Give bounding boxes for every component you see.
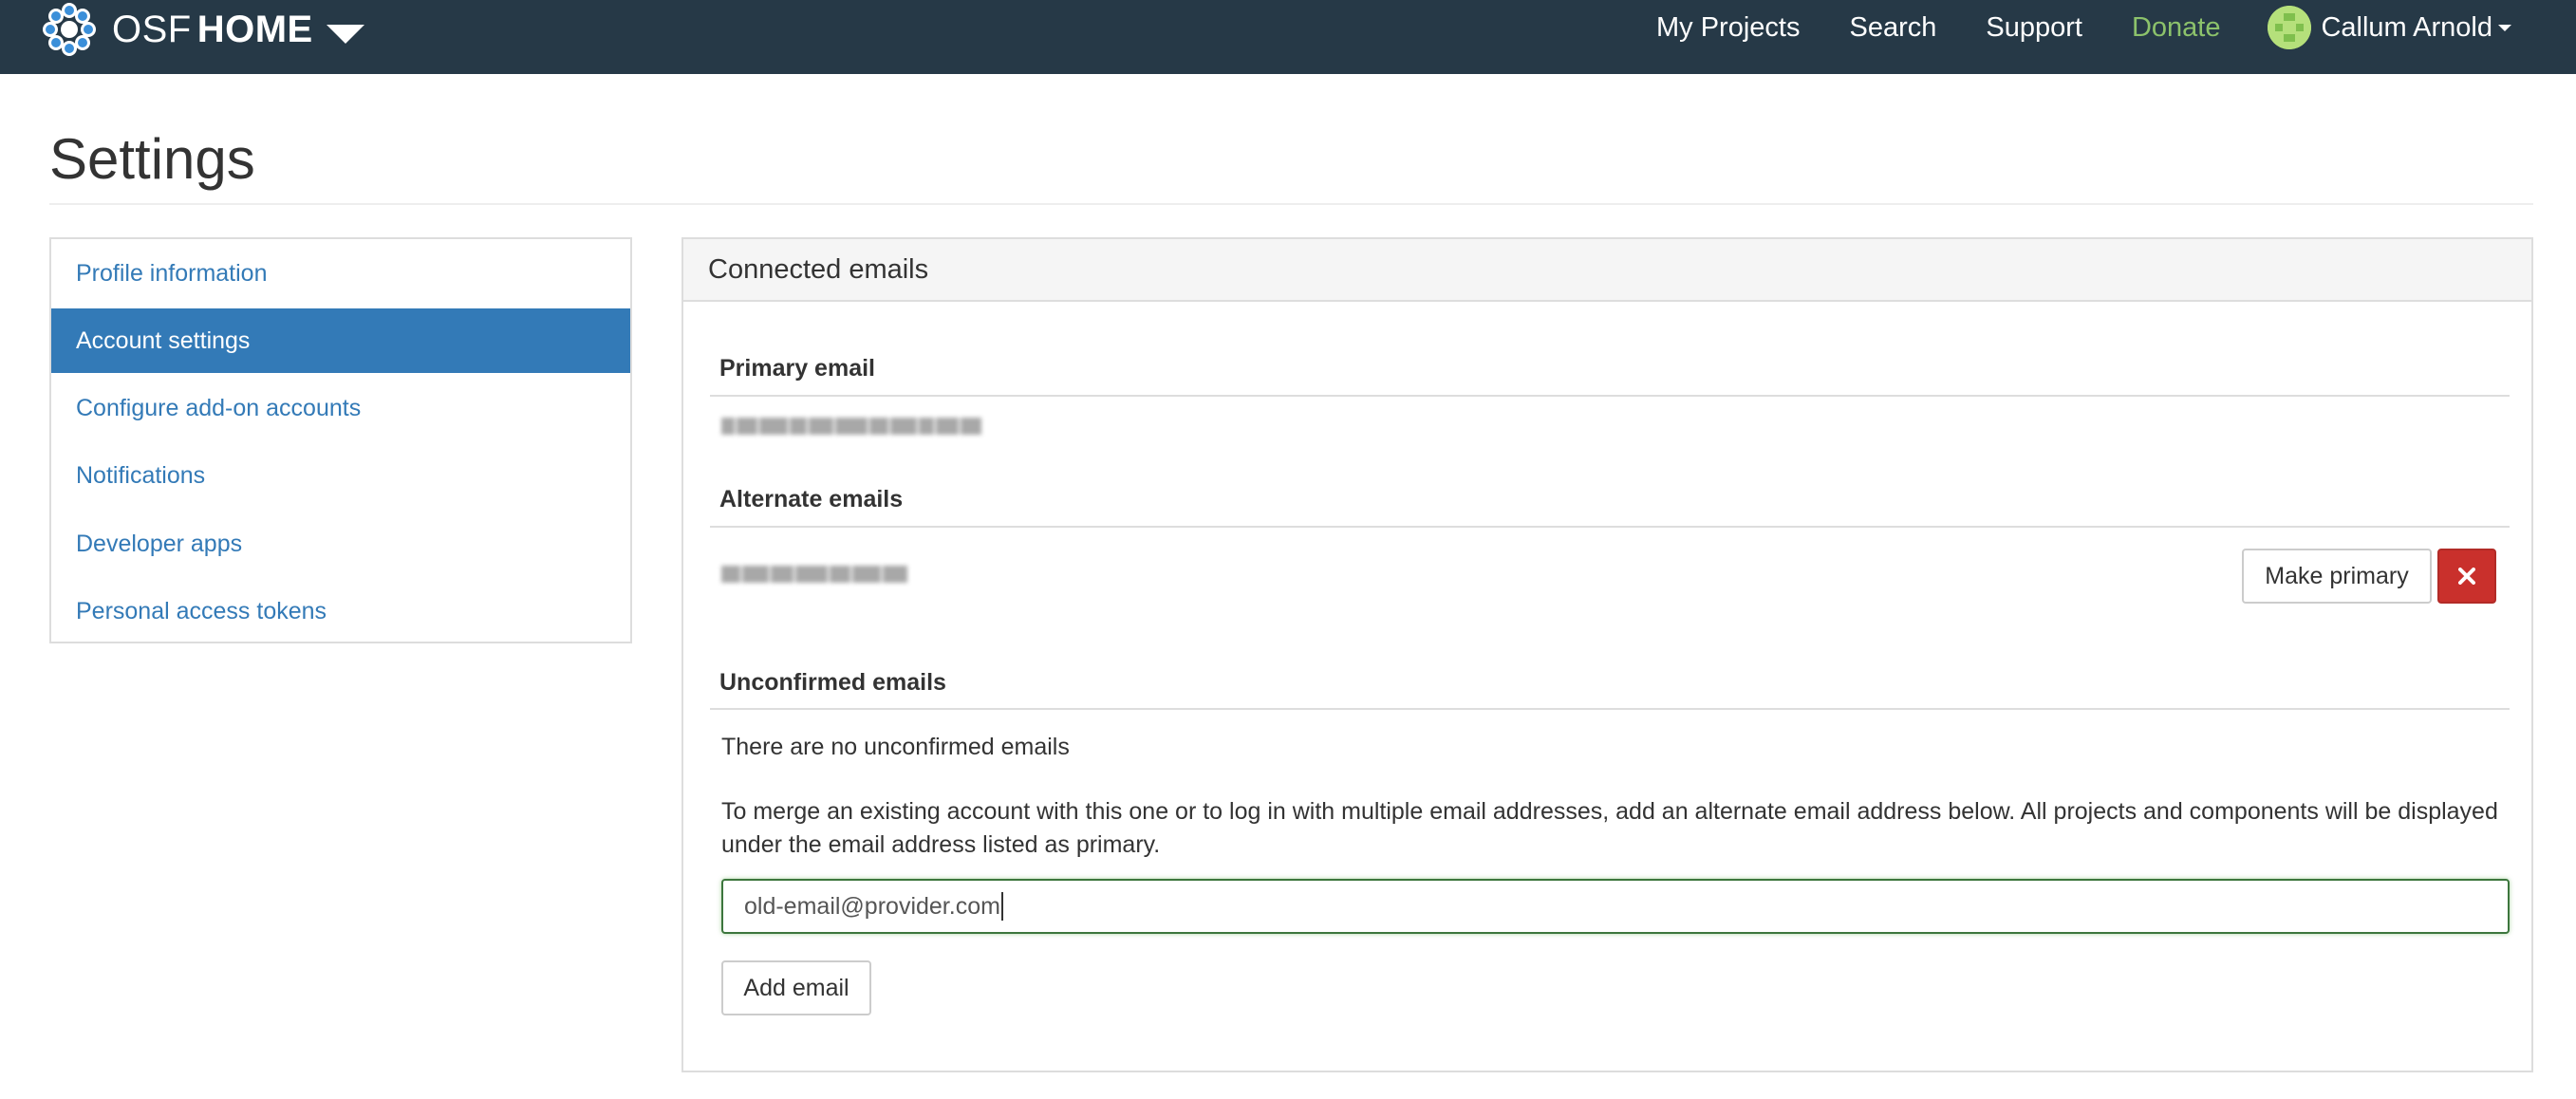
alternate-emails-divider (710, 526, 2510, 528)
sidebar-item-profile-information[interactable]: Profile information (51, 241, 630, 306)
connected-emails-panel: Connected emails Primary email Alternate… (681, 237, 2533, 1072)
user-name: Callum Arnold (2321, 11, 2492, 43)
sidebar-item-label: Configure add-on accounts (76, 394, 362, 421)
top-navbar: OSF HOME My Projects Search Support Donat… (0, 0, 2576, 74)
sidebar-item-label: Notifications (76, 461, 206, 489)
email-field[interactable]: old-email@provider.com (721, 879, 2510, 934)
nav-my-projects[interactable]: My Projects (1656, 12, 1800, 44)
chevron-down-icon[interactable] (326, 25, 364, 44)
sidebar-item-account-settings[interactable]: Account settings (51, 308, 630, 373)
text-cursor (1000, 892, 1003, 921)
primary-email-value-redacted (721, 414, 987, 438)
make-primary-button[interactable]: Make primary (2242, 549, 2432, 604)
avatar (2268, 6, 2312, 49)
nav-search[interactable]: Search (1849, 12, 1936, 44)
sidebar-item-label: Developer apps (76, 530, 243, 557)
sidebar-item-personal-access-tokens[interactable]: Personal access tokens (51, 579, 630, 643)
sidebar-item-label: Profile information (76, 259, 268, 287)
unconfirmed-emails-heading: Unconfirmed emails (719, 669, 946, 696)
page-title: Settings (49, 127, 255, 191)
nav-links: My Projects Search Support Donate Callum… (1607, 0, 2511, 55)
email-field-value: old-email@provider.com (744, 892, 1000, 920)
title-divider (49, 203, 2533, 205)
osf-logo-icon (41, 1, 98, 58)
primary-email-heading: Primary email (719, 355, 875, 382)
caret-down-icon (2498, 24, 2511, 31)
panel-heading: Connected emails (683, 239, 2531, 302)
sidebar-item-label: Account settings (76, 326, 251, 354)
brand-name: OSF HOME (112, 10, 313, 48)
user-menu[interactable]: Callum Arnold (2268, 6, 2511, 49)
sidebar-item-configure-add-on-accounts[interactable]: Configure add-on accounts (51, 376, 630, 440)
alternate-email-value-redacted (721, 562, 911, 587)
sidebar-item-notifications[interactable]: Notifications (51, 443, 630, 508)
no-unconfirmed-emails-text: There are no unconfirmed emails (721, 734, 1070, 760)
nav-donate[interactable]: Donate (2132, 12, 2221, 44)
brand-primary: OSF (112, 9, 192, 50)
sidebar-item-developer-apps[interactable]: Developer apps (51, 512, 630, 576)
primary-email-divider (710, 395, 2510, 397)
merge-help-text: To merge an existing account with this o… (721, 798, 2498, 858)
remove-email-button[interactable] (2437, 549, 2496, 604)
brand-secondary: HOME (196, 9, 313, 50)
unconfirmed-emails-divider (710, 708, 2510, 710)
osf-home-brand[interactable]: OSF HOME (40, 0, 364, 59)
settings-sidebar: Profile information Account settings Con… (49, 237, 632, 643)
alternate-emails-heading: Alternate emails (719, 486, 904, 512)
sidebar-item-label: Personal access tokens (76, 597, 327, 624)
close-icon (2458, 568, 2475, 585)
add-email-button[interactable]: Add email (721, 960, 871, 1015)
nav-support[interactable]: Support (1986, 12, 2082, 44)
